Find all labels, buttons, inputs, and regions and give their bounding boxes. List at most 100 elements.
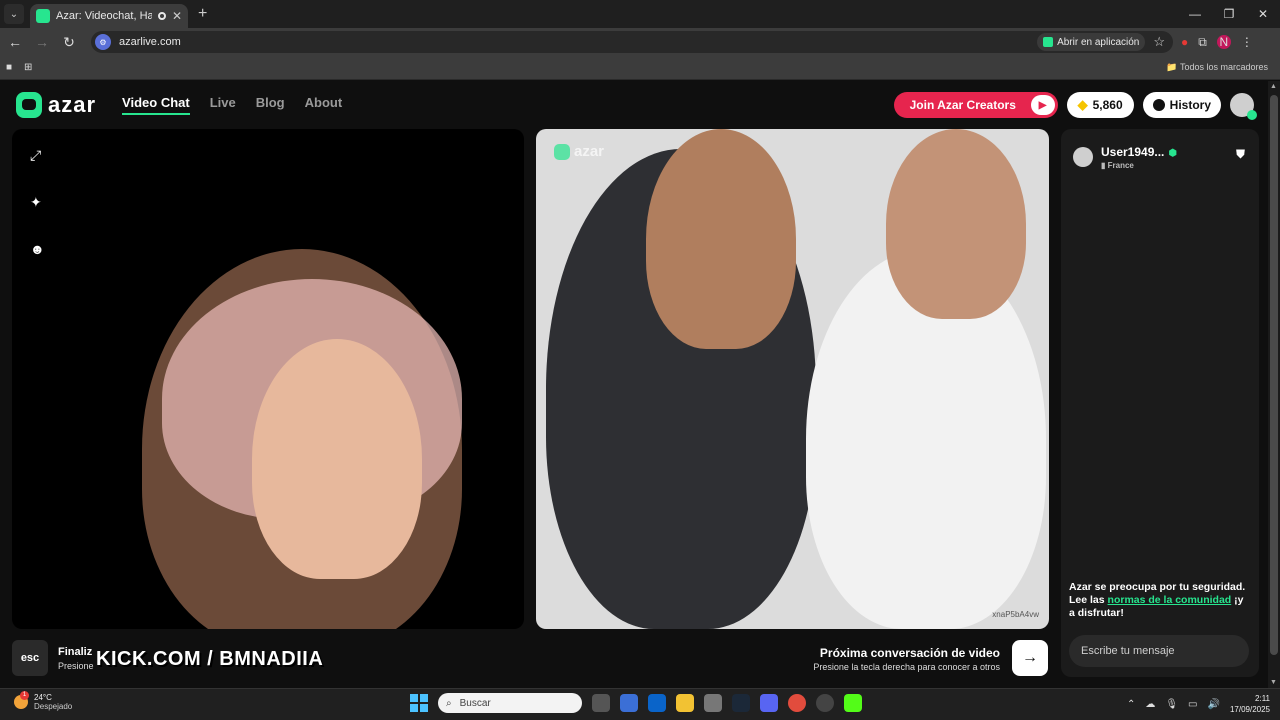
onedrive-icon[interactable]: ☁ [1145, 699, 1155, 710]
store-icon[interactable] [620, 694, 638, 712]
profile-avatar[interactable]: N [1216, 35, 1231, 49]
azar-favicon-icon [36, 9, 50, 23]
window-controls: — ❐ ✕ [1178, 0, 1280, 28]
site-info-icon[interactable]: ⚙ [95, 34, 111, 50]
bookmark-star-icon[interactable]: ☆ [1153, 34, 1165, 50]
close-window-icon[interactable]: ✕ [1246, 0, 1280, 28]
system-clock[interactable]: 2:11 17/09/2025 [1230, 693, 1270, 715]
join-creators-button[interactable]: Join Azar Creators ▶ [893, 92, 1058, 118]
new-tab-icon[interactable]: + [198, 5, 207, 23]
chrome-icon[interactable] [788, 694, 806, 712]
discord-icon[interactable] [760, 694, 778, 712]
scroll-down-icon[interactable]: ▼ [1270, 679, 1277, 686]
bookmark-page-icon[interactable]: ■ [6, 62, 12, 73]
next-chat-hint: Presione la tecla derecha para conocer a… [813, 662, 1000, 672]
kick-icon[interactable] [844, 694, 862, 712]
address-bar[interactable]: ⚙ azarlive.com Abrir en aplicación ☆ [91, 31, 1173, 53]
browser-tab[interactable]: Azar: Videochat, Haz nuevos ✕ [30, 4, 188, 28]
nav-live[interactable]: Live [210, 95, 236, 115]
extensions-puzzle-icon[interactable]: ⧉ [1198, 35, 1207, 50]
minimize-icon[interactable]: — [1178, 0, 1212, 28]
tray-chevron-icon[interactable]: ⌃ [1127, 699, 1135, 710]
next-chat-title: Próxima conversación de video [819, 646, 1000, 660]
task-view-icon[interactable] [592, 694, 610, 712]
next-chat-button[interactable]: → [1012, 640, 1048, 676]
peer-face-right [886, 129, 1026, 319]
microphone-icon[interactable]: 🎙 [1165, 699, 1178, 710]
peer-name: User1949... [1101, 145, 1165, 159]
message-input[interactable] [1069, 635, 1249, 667]
gems-count: 5,860 [1092, 98, 1123, 112]
gem-icon: ◆ [1077, 97, 1088, 112]
outlook-icon[interactable] [648, 694, 666, 712]
weather-condition: Despejado [34, 702, 73, 711]
windows-start-icon[interactable] [410, 694, 428, 712]
peer-info[interactable]: User1949... ⬢ ▮ France [1073, 143, 1177, 170]
end-chat-title: Finaliz [58, 646, 93, 658]
app-icon [1043, 37, 1054, 47]
esc-button[interactable]: esc [12, 640, 48, 676]
tab-search-icon[interactable]: ⌄ [4, 4, 24, 24]
clock-time: 2:11 [1255, 694, 1270, 703]
browser-tab-strip: ⌄ Azar: Videochat, Haz nuevos ✕ + — ❐ ✕ [0, 0, 1280, 28]
verified-shield-icon: ⬢ [1168, 148, 1178, 159]
forward-icon[interactable]: → [30, 34, 54, 50]
site-header: azar Video Chat Live Blog About Join Aza… [0, 81, 1268, 129]
stream-overlay-text: KICK.COM / BMNADIIA [96, 648, 324, 670]
volume-icon[interactable]: 🔊 [1208, 699, 1220, 710]
end-chat-hint: Presione [58, 661, 94, 671]
steam-icon[interactable] [732, 694, 750, 712]
apps-grid-icon[interactable]: ⊞ [24, 62, 32, 73]
weather-sun-icon: 1 [14, 691, 29, 709]
extension-alert-icon[interactable]: ● [1181, 35, 1188, 49]
weather-temperature: 24°C [34, 693, 52, 702]
clock-icon [1152, 99, 1165, 111]
community-guidelines-link[interactable]: normas de la comunidad [1108, 594, 1232, 606]
nav-blog[interactable]: Blog [256, 95, 285, 115]
all-bookmarks-link[interactable]: 📁 Todos los marcadores [1166, 62, 1268, 73]
gems-button[interactable]: ◆ 5,860 [1066, 92, 1134, 118]
expand-icon[interactable]: ⤢ [30, 147, 45, 164]
nav-about[interactable]: About [305, 95, 343, 115]
play-icon: ▶ [1030, 95, 1055, 115]
taskbar-search-placeholder: Buscar [459, 697, 491, 709]
network-icon[interactable]: ▭ [1188, 699, 1197, 710]
clock-date: 17/09/2025 [1229, 705, 1270, 714]
reload-icon[interactable]: ↻ [57, 34, 81, 51]
online-badge [1247, 110, 1257, 120]
maximize-icon[interactable]: ❐ [1212, 0, 1246, 28]
browser-menu-icon[interactable]: ⋮ [1241, 35, 1253, 49]
taskbar-search[interactable]: ⌕ Buscar [438, 693, 582, 713]
peer-country: ▮ France [1101, 161, 1134, 170]
close-tab-icon[interactable]: ✕ [172, 9, 182, 23]
search-icon: ⌕ [446, 697, 452, 709]
peer-country-label: France [1107, 161, 1134, 170]
arrow-right-icon: → [1022, 649, 1038, 666]
azar-watermark: azar [554, 143, 604, 160]
scroll-thumb[interactable] [1270, 95, 1278, 655]
nav-video-chat[interactable]: Video Chat [122, 95, 190, 115]
page-scrollbar[interactable]: ▲ ▼ [1268, 81, 1280, 688]
user-avatar[interactable] [1230, 93, 1257, 120]
watermark-code: xnaP5bA4vw [992, 610, 1039, 619]
safety-message: Azar se preocupa por tu seguridad. Lee l… [1069, 581, 1249, 620]
history-button[interactable]: History [1142, 92, 1221, 118]
report-shield-icon[interactable]: ⛊ [1236, 147, 1245, 162]
azar-logo[interactable]: azar [16, 92, 96, 118]
obs-icon[interactable] [816, 694, 834, 712]
main-nav: Video Chat Live Blog About [122, 95, 342, 115]
scroll-up-icon[interactable]: ▲ [1270, 83, 1277, 90]
chat-panel: User1949... ⬢ ▮ France ⛊ Azar se preocupa… [1061, 129, 1259, 677]
photos-icon[interactable] [704, 694, 722, 712]
weather-widget[interactable]: 1 24°C Despejado [14, 691, 73, 711]
windows-taskbar: 1 24°C Despejado ⌕ Buscar ⌃ ☁ 🎙 ▭ 🔊 2:11… [0, 688, 1280, 720]
all-bookmarks-label: Todos los marcadores [1179, 62, 1268, 72]
sparkle-icon[interactable]: ✦ [30, 194, 45, 211]
face-shape [252, 339, 422, 579]
logo-text: azar [48, 92, 97, 117]
file-explorer-icon[interactable] [676, 694, 694, 712]
peer-avatar [1073, 146, 1093, 167]
open-in-app-button[interactable]: Abrir en aplicación [1037, 33, 1146, 51]
emoji-icon[interactable]: ☻ [30, 241, 45, 257]
back-icon[interactable]: ← [3, 34, 27, 50]
